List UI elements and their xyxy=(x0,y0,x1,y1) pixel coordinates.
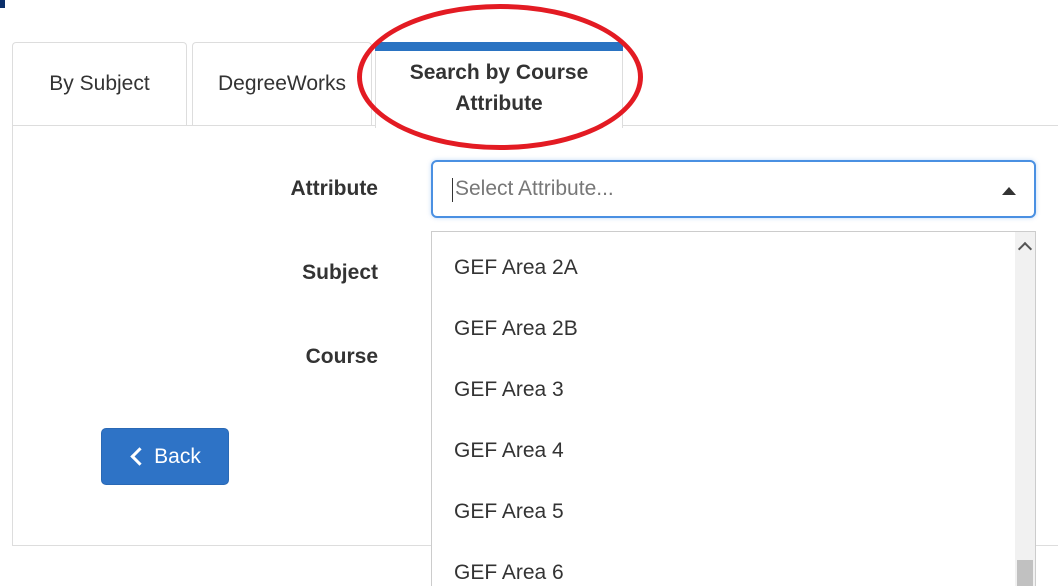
back-button[interactable]: Back xyxy=(101,428,229,485)
text-cursor xyxy=(452,178,453,202)
scrollbar-thumb[interactable] xyxy=(1017,560,1033,586)
tab-search-by-course-attribute-label: Search by Course Attribute xyxy=(409,61,589,115)
dropdown-option[interactable]: GEF Area 2B xyxy=(454,317,578,341)
attribute-select-placeholder: Select Attribute... xyxy=(455,177,614,200)
tab-degreeworks[interactable]: DegreeWorks xyxy=(192,42,372,125)
attribute-dropdown-list[interactable]: GEF Area 2A GEF Area 2B GEF Area 3 GEF A… xyxy=(431,231,1036,586)
back-button-label: Back xyxy=(154,444,201,468)
tab-degreeworks-label: DegreeWorks xyxy=(218,72,346,95)
dropdown-option[interactable]: GEF Area 6 xyxy=(454,561,564,585)
dropdown-option[interactable]: GEF Area 5 xyxy=(454,500,564,524)
tab-search-by-course-attribute[interactable]: Search by Course Attribute xyxy=(375,42,623,128)
tab-by-subject-label: By Subject xyxy=(49,72,150,95)
attribute-select[interactable]: Select Attribute... xyxy=(431,160,1036,218)
dropdown-option[interactable]: GEF Area 3 xyxy=(454,378,564,402)
dropdown-option[interactable]: GEF Area 2A xyxy=(454,256,578,280)
dropdown-option[interactable]: GEF Area 4 xyxy=(454,439,564,463)
attribute-label: Attribute xyxy=(290,177,379,200)
caret-up-icon[interactable] xyxy=(1002,187,1016,195)
course-label: Course xyxy=(305,345,378,368)
subject-label: Subject xyxy=(302,261,378,284)
chevron-left-icon xyxy=(130,447,149,466)
dropdown-scrollbar[interactable] xyxy=(1015,232,1035,586)
tab-by-subject[interactable]: By Subject xyxy=(12,42,187,125)
chevron-up-icon[interactable] xyxy=(1017,241,1033,257)
corner-mark xyxy=(0,0,5,8)
